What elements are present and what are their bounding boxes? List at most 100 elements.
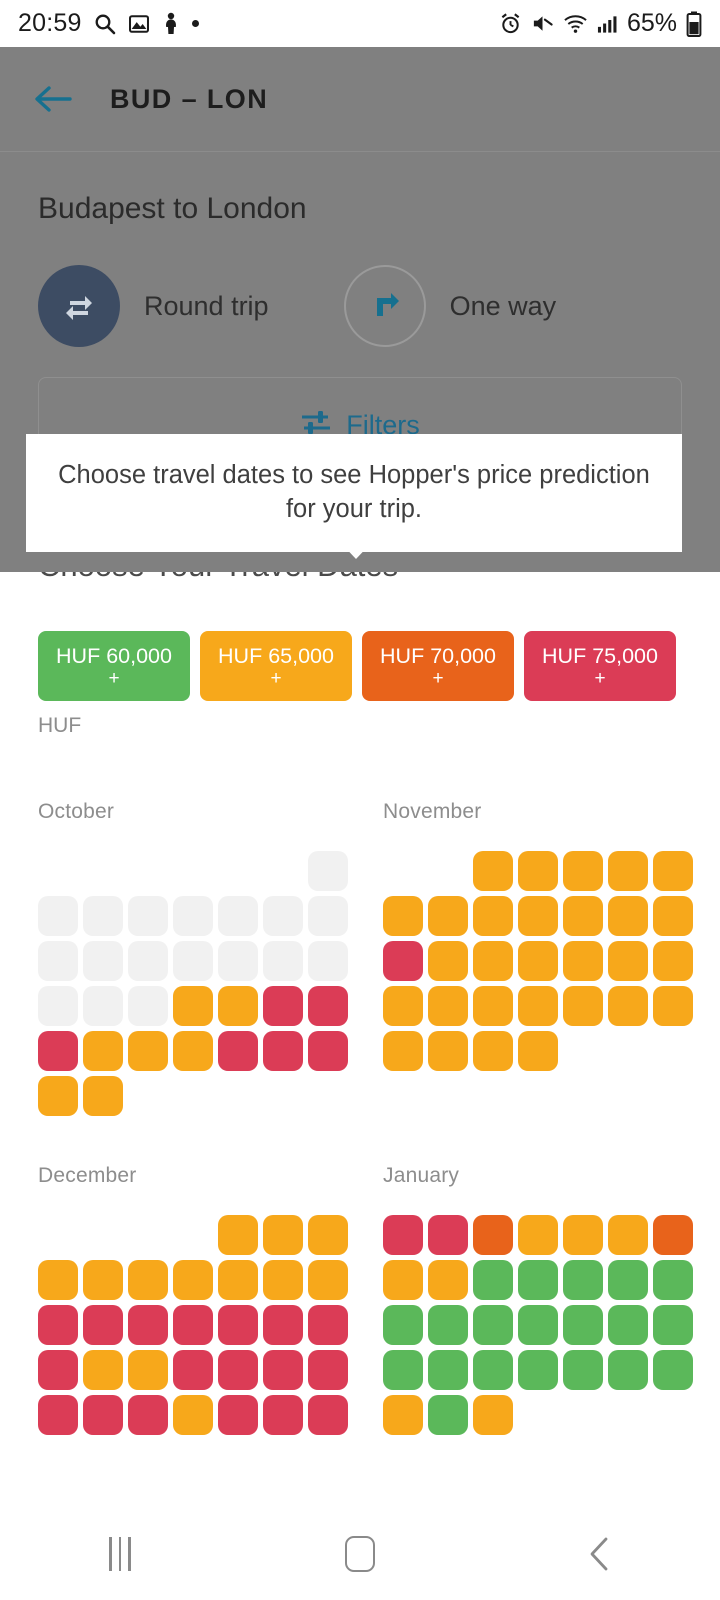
calendar-day-cell[interactable] <box>263 1215 303 1255</box>
calendar-day-cell[interactable] <box>308 1260 348 1300</box>
calendar-day-cell[interactable] <box>263 1305 303 1345</box>
calendar-day-cell[interactable] <box>473 941 513 981</box>
calendar-day-cell[interactable] <box>653 1350 693 1390</box>
calendar-day-cell[interactable] <box>518 851 558 891</box>
calendar-day-cell[interactable] <box>218 1215 258 1255</box>
calendar-day-cell[interactable] <box>428 1395 468 1435</box>
legend-pill-2[interactable]: HUF 70,000 + <box>362 631 514 701</box>
back-arrow-icon[interactable] <box>30 77 74 121</box>
calendar-day-cell[interactable] <box>38 1395 78 1435</box>
back-icon[interactable] <box>480 1508 720 1600</box>
calendar-day-cell[interactable] <box>608 1215 648 1255</box>
calendar-day-cell[interactable] <box>383 1215 423 1255</box>
calendar-day-cell[interactable] <box>653 851 693 891</box>
calendar-day-cell[interactable] <box>563 896 603 936</box>
calendar-day-cell[interactable] <box>473 1260 513 1300</box>
calendar-day-cell[interactable] <box>83 1305 123 1345</box>
calendar-day-cell[interactable] <box>83 1350 123 1390</box>
calendar-day-cell[interactable] <box>518 896 558 936</box>
calendar-day-cell[interactable] <box>383 1350 423 1390</box>
calendar-day-cell[interactable] <box>563 986 603 1026</box>
calendar-day-cell[interactable] <box>518 1260 558 1300</box>
recents-icon[interactable] <box>0 1508 240 1600</box>
calendar-day-cell[interactable] <box>173 1031 213 1071</box>
calendar-day-cell[interactable] <box>383 1031 423 1071</box>
calendar-day-cell[interactable] <box>473 896 513 936</box>
calendar-day-cell[interactable] <box>383 1305 423 1345</box>
calendar-day-cell[interactable] <box>128 1350 168 1390</box>
calendar-day-cell[interactable] <box>218 1260 258 1300</box>
calendar-day-cell[interactable] <box>518 986 558 1026</box>
legend-pill-1[interactable]: HUF 65,000 + <box>200 631 352 701</box>
calendar-day-cell[interactable] <box>563 1305 603 1345</box>
calendar-day-cell[interactable] <box>173 1350 213 1390</box>
calendar-day-cell[interactable] <box>428 896 468 936</box>
calendar-day-cell[interactable] <box>218 1350 258 1390</box>
calendar-day-cell[interactable] <box>428 941 468 981</box>
calendar-day-cell[interactable] <box>653 1215 693 1255</box>
calendar-day-cell[interactable] <box>518 1305 558 1345</box>
calendar-day-cell[interactable] <box>563 851 603 891</box>
home-icon[interactable] <box>240 1508 480 1600</box>
calendar-day-cell[interactable] <box>473 1350 513 1390</box>
calendar-day-cell[interactable] <box>308 1350 348 1390</box>
calendar-day-cell[interactable] <box>83 1031 123 1071</box>
calendar-day-cell[interactable] <box>653 1260 693 1300</box>
calendar-day-cell[interactable] <box>383 1260 423 1300</box>
legend-pill-0[interactable]: HUF 60,000 + <box>38 631 190 701</box>
calendar-day-cell[interactable] <box>563 1350 603 1390</box>
calendar-day-cell[interactable] <box>263 1031 303 1071</box>
calendar-day-cell[interactable] <box>473 1031 513 1071</box>
calendar-day-cell[interactable] <box>383 1395 423 1435</box>
calendar-day-cell[interactable] <box>263 986 303 1026</box>
calendar-day-cell[interactable] <box>653 1305 693 1345</box>
calendar-day-cell[interactable] <box>608 896 648 936</box>
calendar-day-cell[interactable] <box>173 986 213 1026</box>
calendar-day-cell[interactable] <box>308 1031 348 1071</box>
calendar-day-cell[interactable] <box>383 896 423 936</box>
trip-type-round-trip[interactable]: Round trip <box>38 265 269 347</box>
calendar-day-cell[interactable] <box>83 1395 123 1435</box>
calendar-day-cell[interactable] <box>128 1031 168 1071</box>
calendar-day-cell[interactable] <box>263 1395 303 1435</box>
calendar-day-cell[interactable] <box>263 1260 303 1300</box>
calendar-day-cell[interactable] <box>128 1260 168 1300</box>
calendar-day-cell[interactable] <box>173 1305 213 1345</box>
calendar-day-cell[interactable] <box>83 1260 123 1300</box>
calendar-day-cell[interactable] <box>653 941 693 981</box>
calendar-day-cell[interactable] <box>608 1260 648 1300</box>
calendar-day-cell[interactable] <box>473 1305 513 1345</box>
calendar-day-cell[interactable] <box>173 1260 213 1300</box>
calendar-day-cell[interactable] <box>608 941 648 981</box>
calendar-day-cell[interactable] <box>608 986 648 1026</box>
calendar-day-cell[interactable] <box>128 1395 168 1435</box>
calendar-day-cell[interactable] <box>428 1260 468 1300</box>
calendar-day-cell[interactable] <box>218 1395 258 1435</box>
calendar-day-cell[interactable] <box>608 1350 648 1390</box>
calendar-day-cell[interactable] <box>308 986 348 1026</box>
calendar-day-cell[interactable] <box>518 941 558 981</box>
calendar-day-cell[interactable] <box>563 941 603 981</box>
calendar-day-cell[interactable] <box>473 986 513 1026</box>
calendar-day-cell[interactable] <box>383 986 423 1026</box>
calendar-day-cell[interactable] <box>218 986 258 1026</box>
calendar-day-cell[interactable] <box>173 1395 213 1435</box>
calendar-day-cell[interactable] <box>38 1076 78 1116</box>
calendar-day-cell[interactable] <box>308 1395 348 1435</box>
calendar-day-cell[interactable] <box>383 941 423 981</box>
calendar-day-cell[interactable] <box>218 1305 258 1345</box>
calendar-day-cell[interactable] <box>428 1215 468 1255</box>
calendar-day-cell[interactable] <box>263 1350 303 1390</box>
calendar-day-cell[interactable] <box>428 986 468 1026</box>
calendar-day-cell[interactable] <box>428 1031 468 1071</box>
calendar-day-cell[interactable] <box>128 1305 168 1345</box>
legend-pill-3[interactable]: HUF 75,000 + <box>524 631 676 701</box>
calendar-day-cell[interactable] <box>608 851 648 891</box>
calendar-day-cell[interactable] <box>653 896 693 936</box>
calendar-day-cell[interactable] <box>518 1350 558 1390</box>
calendar-day-cell[interactable] <box>428 1305 468 1345</box>
calendar-day-cell[interactable] <box>608 1305 648 1345</box>
calendar-day-cell[interactable] <box>218 1031 258 1071</box>
calendar-day-cell[interactable] <box>83 1076 123 1116</box>
calendar-day-cell[interactable] <box>308 1305 348 1345</box>
